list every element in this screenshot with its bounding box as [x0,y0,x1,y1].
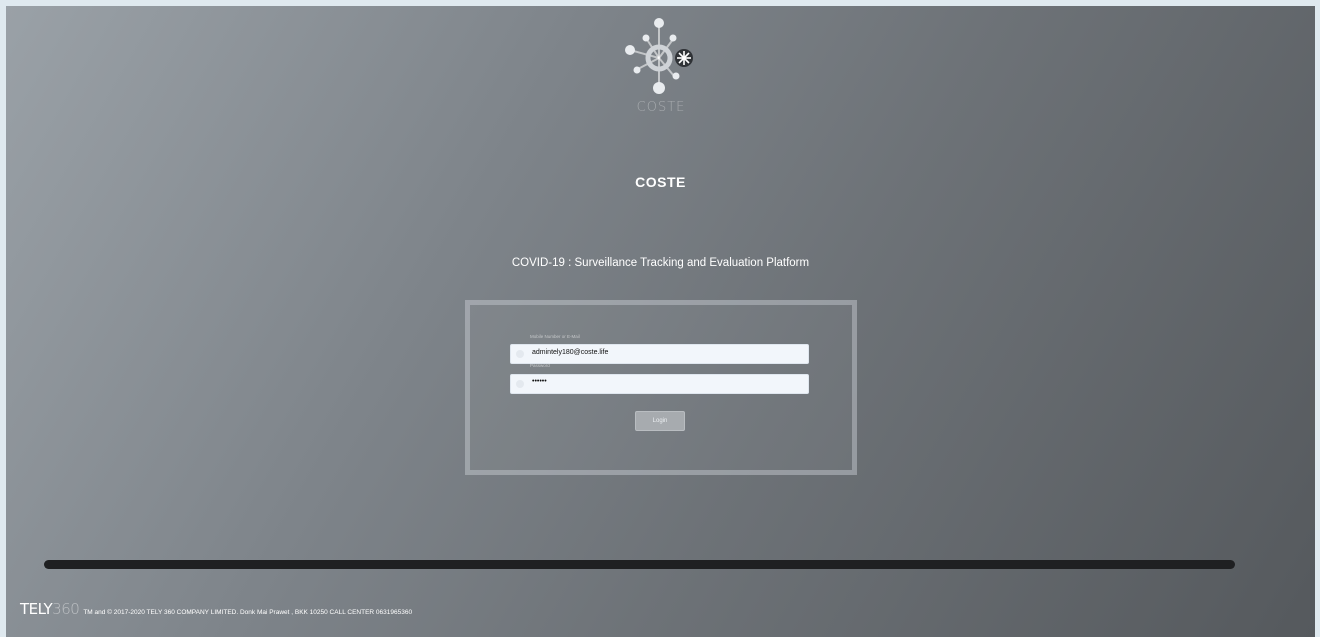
password-value[interactable]: •••••• [532,378,547,385]
login-button[interactable]: Login [635,411,685,431]
coste-logo: COSTE [616,14,706,124]
footer: TELY360 TM and © 2017-2020 TELY 360 COMP… [20,598,412,618]
brand-bold: TELY [20,600,53,618]
copyright-text: TM and © 2017-2020 TELY 360 COMPANY LIMI… [83,609,413,616]
password-field[interactable]: •••••• [510,374,809,394]
app-title: COSTE [635,174,686,190]
username-field[interactable]: admintely180@coste.life [510,344,809,364]
password-label: Password [530,363,550,368]
user-icon [516,350,524,358]
app-subtitle: COVID-19 : Surveillance Tracking and Eva… [511,257,810,269]
username-value[interactable]: admintely180@coste.life [532,349,608,356]
login-form: Mobile Number or E-Mail admintely180@cos… [465,300,857,475]
logo-text: COSTE [636,100,686,115]
coste-logo-icon [625,18,693,94]
login-page: COSTE COSTE COVID-19 : Surveillance Trac… [6,6,1315,637]
tely360-logo: TELY360 [20,600,80,618]
horizontal-scrollbar[interactable] [44,560,1235,569]
lock-icon [516,380,524,388]
username-label: Mobile Number or E-Mail [530,334,580,339]
brand-light: 360 [52,600,80,618]
